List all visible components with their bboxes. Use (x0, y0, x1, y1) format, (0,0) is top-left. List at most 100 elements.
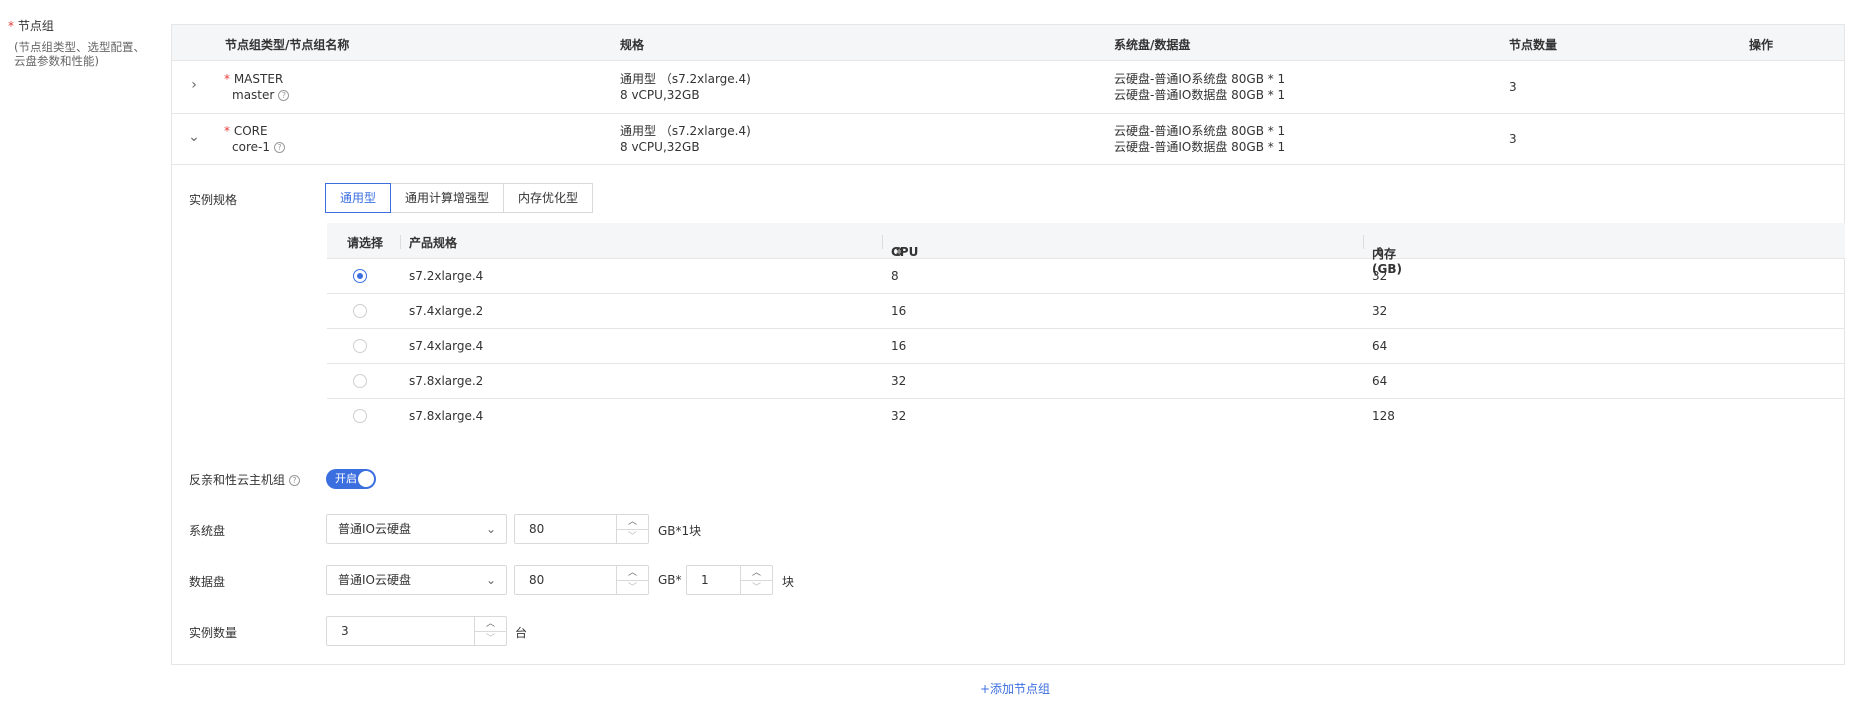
required-mark: * (224, 124, 230, 138)
data-disk-type-value: 普通IO云硬盘 (338, 573, 411, 587)
spec-product: s7.2xlarge.4 (409, 269, 484, 283)
spec-table-header: 请选择 产品规格 CPU ⇕ 内存(GB) ⇕ (327, 223, 1845, 276)
header-count: 节点数量 (1509, 38, 1558, 52)
increment-icon[interactable]: ︿ (617, 566, 648, 580)
node-group-label: * 节点组 (8, 17, 54, 34)
header-product: 产品规格 (409, 236, 458, 250)
tab-general[interactable]: 通用型 (325, 183, 392, 213)
instance-count-input[interactable] (327, 617, 474, 645)
instance-count-unit: 台 (515, 626, 528, 640)
system-disk-type-value: 普通IO云硬盘 (338, 522, 411, 536)
node-name: master? (232, 87, 290, 103)
radio-button[interactable] (353, 374, 367, 388)
spec-cpu: 16 (891, 304, 907, 318)
stepper-controls: ︿ ﹀ (616, 566, 648, 594)
spec-row[interactable]: s7.8xlarge.4 32 128 (327, 399, 1845, 434)
node-count: 3 (1509, 132, 1517, 146)
header-disk: 系统盘/数据盘 (1114, 38, 1191, 52)
disk-line1: 云硬盘-普通IO系统盘 80GB * 1 (1114, 124, 1286, 138)
tab-compute-enhanced[interactable]: 通用计算增强型 (390, 183, 505, 213)
required-mark: * (8, 19, 14, 33)
spec-cpu: 32 (891, 409, 907, 423)
chevron-down-icon[interactable]: ⌄ (185, 128, 203, 146)
sort-icon[interactable]: ⇕ (1375, 245, 1385, 259)
spec-line1: 通用型 （s7.2xlarge.4) (620, 72, 751, 86)
table-row-core[interactable]: ⌄ * CORE core-1? 通用型 （s7.2xlarge.4) 8 vC… (172, 114, 1844, 165)
help-icon[interactable]: ? (289, 475, 301, 486)
system-disk-size-stepper[interactable]: ︿ ﹀ (514, 514, 649, 544)
disk-line1: 云硬盘-普通IO系统盘 80GB * 1 (1114, 72, 1286, 86)
system-disk-size-input[interactable] (515, 515, 616, 543)
node-count: 3 (1509, 80, 1517, 94)
node-name-label: core-1 (232, 140, 270, 154)
spec-row[interactable]: s7.2xlarge.4 8 32 (327, 259, 1845, 294)
add-node-group-link[interactable]: +添加节点组 (980, 680, 1050, 697)
table-header: 节点组类型/节点组名称 规格 系统盘/数据盘 节点数量 操作 (172, 25, 1844, 61)
spec-cpu: 16 (891, 339, 907, 353)
radio-button[interactable] (353, 269, 367, 283)
spec-mem: 64 (1372, 339, 1388, 353)
spec-line2: 8 vCPU,32GB (620, 140, 700, 154)
header-action: 操作 (1749, 38, 1774, 52)
node-name-label: master (232, 88, 275, 102)
increment-icon[interactable]: ︿ (741, 566, 772, 580)
radio-button[interactable] (353, 409, 367, 423)
node-type-label: MASTER (233, 72, 284, 86)
radio-button[interactable] (353, 304, 367, 318)
header-spec: 规格 (620, 38, 645, 52)
spec-row[interactable]: s7.8xlarge.2 32 64 (327, 364, 1845, 399)
sort-icon[interactable]: ⇕ (894, 245, 904, 259)
chevron-right-icon[interactable]: › (185, 76, 203, 94)
data-disk-label: 数据盘 (189, 575, 226, 589)
help-icon[interactable]: ? (278, 90, 290, 101)
required-mark: * (224, 72, 230, 86)
data-disk-count-input[interactable] (687, 566, 740, 594)
node-type: * MASTER (224, 71, 283, 87)
decrement-icon[interactable]: ﹀ (475, 631, 506, 645)
system-disk-type-select[interactable]: 普通IO云硬盘 ⌄ (326, 514, 507, 544)
node-group-hint: (节点组类型、选型配置、云盘参数和性能) (14, 40, 145, 68)
spec-product: s7.4xlarge.4 (409, 339, 484, 353)
anti-affinity-text: 反亲和性云主机组 (189, 473, 286, 487)
decrement-icon[interactable]: ﹀ (617, 529, 648, 543)
column-divider (400, 235, 401, 249)
chevron-down-icon: ⌄ (485, 573, 496, 587)
help-icon[interactable]: ? (273, 142, 285, 153)
node-name: core-1? (232, 139, 285, 155)
node-group-table: 节点组类型/节点组名称 规格 系统盘/数据盘 节点数量 操作 › * MASTE… (171, 24, 1845, 665)
tab-memory-optimized[interactable]: 内存优化型 (503, 183, 594, 213)
node-type-label: CORE (233, 124, 268, 138)
increment-icon[interactable]: ︿ (617, 515, 648, 529)
header-type-name: 节点组类型/节点组名称 (225, 38, 350, 52)
data-disk-size-input[interactable] (515, 566, 616, 594)
spec-product: s7.8xlarge.2 (409, 374, 484, 388)
data-disk-count-stepper[interactable]: ︿ ﹀ (686, 565, 773, 595)
spec-type-tabs: 通用型 通用计算增强型 内存优化型 (325, 183, 594, 213)
spec-row[interactable]: s7.4xlarge.2 16 32 (327, 294, 1845, 329)
instance-count-label: 实例数量 (189, 626, 238, 640)
spec-mem: 128 (1372, 409, 1395, 423)
node-group-title: 节点组 (17, 19, 54, 33)
instance-spec-label: 实例规格 (189, 193, 238, 207)
table-row-master[interactable]: › * MASTER master? 通用型 （s7.2xlarge.4) 8 … (172, 61, 1844, 114)
increment-icon[interactable]: ︿ (475, 617, 506, 631)
column-divider (882, 235, 883, 249)
spec-row[interactable]: s7.4xlarge.4 16 64 (327, 329, 1845, 364)
data-disk-type-select[interactable]: 普通IO云硬盘 ⌄ (326, 565, 507, 595)
spec-product: s7.8xlarge.4 (409, 409, 484, 423)
decrement-icon[interactable]: ﹀ (617, 580, 648, 594)
node-type: * CORE (224, 123, 268, 139)
spec-line1: 通用型 （s7.2xlarge.4) (620, 124, 751, 138)
system-disk-label: 系统盘 (189, 524, 226, 538)
spec-product: s7.4xlarge.2 (409, 304, 484, 318)
spec-cpu: 8 (891, 269, 899, 283)
radio-button[interactable] (353, 339, 367, 353)
data-disk-size-stepper[interactable]: ︿ ﹀ (514, 565, 649, 595)
spec-line2: 8 vCPU,32GB (620, 88, 700, 102)
instance-count-stepper[interactable]: ︿ ﹀ (326, 616, 507, 646)
decrement-icon[interactable]: ﹀ (741, 580, 772, 594)
disk-line2: 云硬盘-普通IO数据盘 80GB * 1 (1114, 88, 1286, 102)
data-disk-count-unit: 块 (782, 575, 795, 589)
anti-affinity-toggle[interactable]: 开启 (326, 469, 376, 489)
data-disk-unit: GB* (658, 573, 682, 587)
